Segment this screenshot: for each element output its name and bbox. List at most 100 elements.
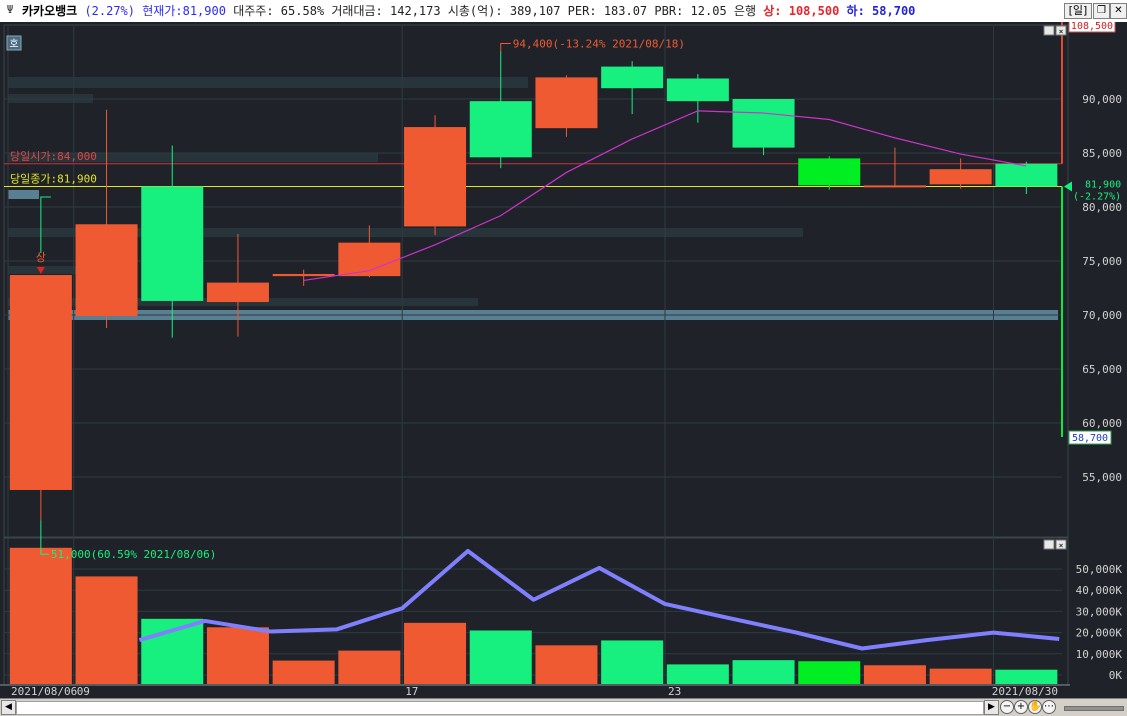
app-icon[interactable]: Ψ: [3, 3, 17, 17]
volume-bar[interactable]: [338, 650, 401, 684]
candle-body[interactable]: [272, 273, 335, 277]
candle-body[interactable]: [732, 99, 795, 148]
zoom-slider[interactable]: [1064, 706, 1124, 711]
trading-amount-value: 142,173: [390, 4, 441, 18]
scroll-right-button[interactable]: ▶: [984, 700, 999, 715]
upper-limit-tag: 108,500: [1071, 22, 1113, 32]
price-tick-label: 85,000: [1082, 147, 1122, 160]
candle-body[interactable]: [601, 66, 664, 89]
volume-tick-label: 10,000K: [1076, 648, 1123, 661]
price-panel-close-glyph: ×: [1059, 27, 1064, 36]
volume-tick-label: 50,000K: [1076, 563, 1123, 576]
per-label: PER:: [567, 4, 597, 18]
pbr-value: 12.05: [690, 4, 727, 18]
restore-icon[interactable]: ❐: [1093, 3, 1110, 19]
current-price-label: 현재가:: [142, 4, 183, 18]
open-line-label: 당일시가:84,000: [10, 149, 97, 163]
volume-bar[interactable]: [995, 669, 1058, 684]
price-change: (2.27%): [84, 4, 136, 18]
close-line-label: 당일종가:81,900: [10, 171, 97, 185]
price-volume-chart[interactable]: 108,500 58,700 81,900 (-2.27%) 55,00060,…: [0, 18, 1127, 698]
volume-bar[interactable]: [798, 661, 861, 684]
order-button[interactable]: 호: [9, 38, 18, 50]
scroll-track[interactable]: [16, 701, 984, 715]
zoom-out-icon[interactable]: −: [1000, 700, 1014, 714]
high-annotation-text: 94,400(-13.24% 2021/08/18): [513, 37, 685, 50]
chart-area[interactable]: 108,500 58,700 81,900 (-2.27%) 55,000 60,…: [0, 18, 1127, 698]
zoom-in-icon[interactable]: +: [1014, 700, 1028, 714]
volume-panel-restore-icon[interactable]: [1043, 539, 1055, 550]
volume-bar[interactable]: [666, 664, 729, 684]
candle[interactable]: [404, 115, 467, 236]
volume-panel-close-glyph: ×: [1059, 541, 1064, 550]
lower-limit-value: 58,700: [872, 4, 916, 18]
candle-body[interactable]: [929, 169, 992, 185]
candle-body[interactable]: [863, 185, 926, 188]
volume-bar[interactable]: [75, 576, 138, 684]
title-bar: Ψ 카카오뱅크 (2.27%) 현재가:81,900 대주주: 65.58% 거…: [0, 0, 1127, 23]
candle-body[interactable]: [9, 275, 72, 490]
date-tick-label: 2021/08/06: [11, 685, 77, 698]
pbr-label: PBR:: [654, 4, 684, 18]
low-annotation-text: 51,000(60.59% 2021/08/06): [51, 548, 217, 561]
current-price-tag: 81,900: [1085, 179, 1121, 190]
volume-tick-label: 20,000K: [1076, 627, 1123, 640]
candle[interactable]: [535, 75, 598, 137]
lower-limit-tag: 58,700: [1072, 433, 1108, 444]
major-holder-label: 대주주:: [233, 4, 274, 18]
scroll-left-button[interactable]: ◀: [1, 700, 16, 715]
depth-bar-highlight: [8, 190, 39, 199]
trading-amount-label: 거래대금:: [331, 4, 383, 18]
candle[interactable]: [732, 99, 795, 156]
volume-bar[interactable]: [601, 640, 664, 684]
more-tools-icon[interactable]: ⋯: [1042, 700, 1056, 714]
high-annotation: 94,400(-13.24% 2021/08/18): [500, 37, 685, 52]
close-icon[interactable]: ✕: [1110, 3, 1127, 19]
date-tick-label: 17: [405, 685, 418, 698]
candle-body[interactable]: [404, 127, 467, 227]
volume-bar[interactable]: [272, 660, 335, 684]
price-panel-restore-icon[interactable]: [1043, 25, 1055, 36]
volume-bar[interactable]: [206, 627, 269, 684]
bottom-scroll-bar: ◀ ▶ − + ✋ ⋯: [0, 698, 1127, 716]
volume-bar[interactable]: [929, 668, 992, 684]
date-tick-label: 2021/08/30: [992, 685, 1058, 698]
volume-bar[interactable]: [9, 547, 72, 684]
volume-bar[interactable]: [404, 622, 467, 684]
price-tick-label: 75,000: [1082, 255, 1122, 268]
volume-bar[interactable]: [535, 645, 598, 684]
price-tick-label: 90,000: [1082, 93, 1122, 106]
price-tick-label: 55,000: [1082, 471, 1122, 484]
period-daily-button[interactable]: [일]: [1064, 3, 1092, 19]
market-cap-label: 시총(억):: [447, 4, 503, 18]
hand-tool-icon[interactable]: ✋: [1028, 700, 1042, 714]
stock-name: 카카오뱅크: [22, 4, 78, 18]
volume-bar[interactable]: [469, 630, 532, 684]
candle-body[interactable]: [206, 282, 269, 303]
candle-body[interactable]: [666, 78, 729, 102]
volume-tick-label: 30,000K: [1076, 605, 1123, 618]
candle-body[interactable]: [469, 101, 532, 158]
volume-bar[interactable]: [732, 660, 795, 684]
lower-limit-label: 하:: [846, 4, 865, 18]
candle-body[interactable]: [995, 163, 1058, 187]
date-tick-label: 23: [668, 685, 681, 698]
stock-info-line: 카카오뱅크 (2.27%) 현재가:81,900 대주주: 65.58% 거래대…: [22, 0, 915, 22]
price-tick-label: 60,000: [1082, 417, 1122, 430]
sector-label: 은행: [733, 4, 756, 18]
candle-body[interactable]: [75, 224, 138, 317]
candle[interactable]: [798, 156, 861, 190]
candle-body[interactable]: [535, 77, 598, 129]
current-price: 81,900: [182, 4, 226, 18]
per-value: 183.07: [603, 4, 648, 18]
candle-body[interactable]: [798, 158, 861, 186]
date-axis-strip: [0, 685, 1127, 698]
candle[interactable]: [9, 275, 72, 521]
price-tick-label: 80,000: [1082, 201, 1122, 214]
candle-body[interactable]: [141, 186, 204, 301]
price-tick-label: 65,000: [1082, 363, 1122, 376]
volume-bar[interactable]: [863, 665, 926, 684]
volume-tick-label: 40,000K: [1076, 584, 1123, 597]
upper-limit-label: 상:: [763, 4, 782, 18]
price-tick-label: 70,000: [1082, 309, 1122, 322]
